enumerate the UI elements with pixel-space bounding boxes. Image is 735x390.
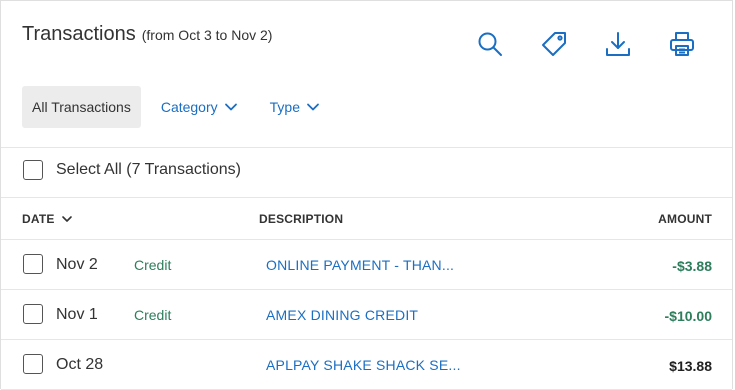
print-button[interactable] xyxy=(667,29,697,59)
download-icon xyxy=(606,32,630,56)
divider xyxy=(1,147,732,148)
chevron-down-icon xyxy=(61,216,72,222)
row-type: Credit xyxy=(134,307,172,323)
download-button[interactable] xyxy=(603,29,633,59)
row-amount: $13.88 xyxy=(669,358,712,374)
amount-column-header: AMOUNT xyxy=(658,212,712,226)
row-checkbox[interactable] xyxy=(23,254,43,274)
row-checkbox[interactable] xyxy=(23,304,43,324)
type-dropdown[interactable]: Type xyxy=(270,99,320,115)
tag-icon xyxy=(542,32,566,56)
row-description-link[interactable]: APLPAY SHAKE SHACK SE... xyxy=(266,357,461,373)
date-range-subtitle: (from Oct 3 to Nov 2) xyxy=(141,27,273,43)
divider xyxy=(1,239,732,240)
row-description-link[interactable]: ONLINE PAYMENT - THAN... xyxy=(266,257,454,273)
category-dropdown-label: Category xyxy=(160,99,218,115)
row-date: Oct 28 xyxy=(56,356,104,373)
row-type: Credit xyxy=(134,257,172,273)
search-icon xyxy=(478,32,502,56)
row-checkbox[interactable] xyxy=(23,354,43,374)
page-title: Transactions xyxy=(22,23,136,45)
print-icon xyxy=(670,32,694,56)
row-amount: -$3.88 xyxy=(672,258,712,274)
search-button[interactable] xyxy=(475,29,505,59)
date-column-label: DATE xyxy=(22,212,55,226)
category-dropdown[interactable]: Category xyxy=(161,99,238,115)
chevron-down-icon xyxy=(307,103,319,111)
tag-button[interactable] xyxy=(539,29,569,59)
description-column-header: DESCRIPTION xyxy=(259,212,344,226)
date-column-header[interactable]: DATE xyxy=(22,212,73,226)
chevron-down-icon xyxy=(224,103,237,111)
divider xyxy=(1,289,732,290)
row-date: Nov 2 xyxy=(56,256,98,273)
select-all-label: Select All (7 Transactions) xyxy=(56,161,241,178)
transactions-panel: Transactions (from Oct 3 to Nov 2) All T… xyxy=(0,0,733,390)
row-date: Nov 1 xyxy=(56,306,98,323)
select-all-checkbox[interactable] xyxy=(23,160,43,180)
divider xyxy=(1,197,732,198)
filter-bar: All Transactions Category Type xyxy=(22,86,320,128)
row-amount: -$10.00 xyxy=(664,308,712,324)
divider xyxy=(1,339,732,340)
row-description-link[interactable]: AMEX DINING CREDIT xyxy=(266,307,418,323)
type-dropdown-label: Type xyxy=(269,99,300,115)
transactions-header: Transactions (from Oct 3 to Nov 2) xyxy=(22,23,272,46)
all-transactions-chip[interactable]: All Transactions xyxy=(22,86,141,128)
